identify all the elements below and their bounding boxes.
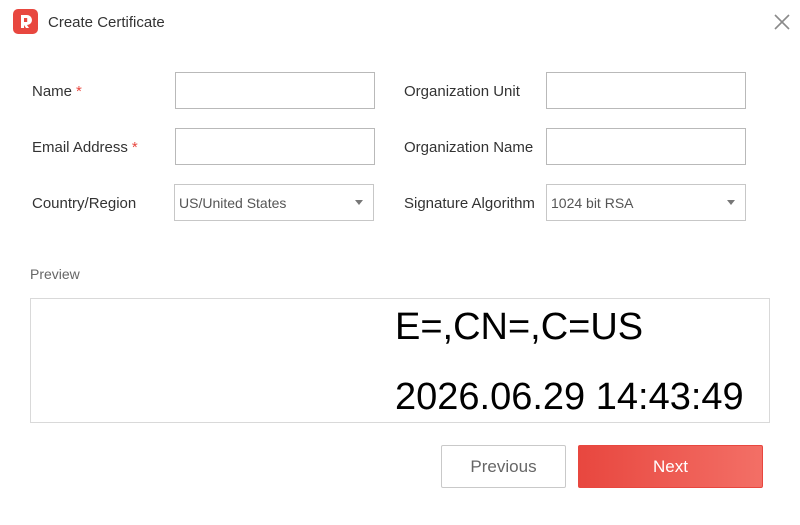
org-name-input[interactable] bbox=[546, 128, 746, 165]
title-bar: Create Certificate bbox=[0, 0, 800, 44]
next-button[interactable]: Next bbox=[578, 445, 763, 488]
preview-box: E=,CN=,C=US 2026.06.29 14:43:49 bbox=[30, 298, 770, 423]
org-unit-label: Organization Unit bbox=[404, 83, 520, 100]
org-unit-input[interactable] bbox=[546, 72, 746, 109]
country-select[interactable]: US/United States bbox=[174, 184, 374, 221]
preview-label: Preview bbox=[30, 266, 80, 282]
country-label: Country/Region bbox=[32, 195, 137, 212]
required-asterisk: * bbox=[131, 139, 138, 156]
previous-button[interactable]: Previous bbox=[441, 445, 566, 488]
create-certificate-dialog: Create Certificate Name * Email Address * … bbox=[0, 0, 800, 525]
name-input[interactable] bbox=[175, 72, 375, 109]
signature-algorithm-select[interactable]: 1024 bit RSA bbox=[546, 184, 746, 221]
name-label: Name * bbox=[32, 83, 82, 101]
email-input[interactable] bbox=[175, 128, 375, 165]
required-asterisk: * bbox=[76, 83, 82, 100]
country-select-value: US/United States bbox=[179, 195, 287, 211]
app-logo-icon bbox=[13, 9, 38, 34]
email-label-text: Email Address bbox=[32, 139, 128, 156]
name-label-text: Name bbox=[32, 83, 73, 100]
close-icon[interactable] bbox=[772, 12, 792, 32]
signature-algorithm-label: Signature Algorithm bbox=[404, 195, 535, 212]
preview-date-line: 2026.06.29 14:43:49 bbox=[395, 376, 744, 418]
org-name-label: Organization Name bbox=[404, 139, 534, 156]
signature-algorithm-value: 1024 bit RSA bbox=[551, 195, 634, 211]
window-title: Create Certificate bbox=[48, 14, 165, 31]
email-label: Email Address * bbox=[32, 139, 138, 157]
preview-subject-line: E=,CN=,C=US bbox=[395, 306, 644, 348]
chevron-down-icon bbox=[727, 200, 735, 205]
chevron-down-icon bbox=[355, 200, 363, 205]
